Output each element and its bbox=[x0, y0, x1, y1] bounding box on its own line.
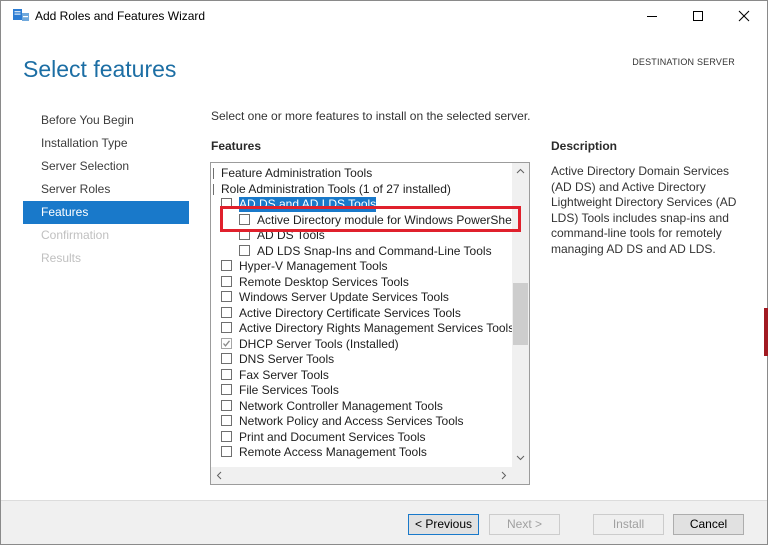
window-title: Add Roles and Features Wizard bbox=[35, 9, 206, 23]
feature-checkbox[interactable] bbox=[221, 306, 232, 318]
tree-item-label: Active Directory Rights Management Servi… bbox=[239, 321, 515, 335]
minimize-button[interactable] bbox=[629, 1, 675, 31]
next-button: Next > bbox=[489, 514, 560, 535]
tree-item[interactable]: Print and Document Services Tools bbox=[211, 430, 511, 445]
tree-item[interactable]: Active Directory Certificate Services To… bbox=[211, 306, 511, 321]
page-title: Select features bbox=[23, 56, 177, 82]
feature-checkbox[interactable] bbox=[239, 244, 250, 256]
instruction-text: Select one or more features to install o… bbox=[211, 109, 531, 123]
scrollbar-thumb[interactable] bbox=[513, 283, 528, 345]
tree-item[interactable]: Hyper-V Management Tools bbox=[211, 259, 511, 274]
feature-checkbox[interactable] bbox=[221, 446, 232, 457]
tree-item[interactable]: DHCP Server Tools (Installed) bbox=[211, 337, 511, 352]
nav-item-features[interactable]: Features bbox=[23, 201, 189, 224]
cancel-button[interactable]: Cancel bbox=[673, 514, 744, 535]
tree-item-label: Windows Server Update Services Tools bbox=[239, 290, 449, 304]
tree-item-label: Hyper-V Management Tools bbox=[239, 259, 388, 273]
tree-item[interactable]: Network Policy and Access Services Tools bbox=[211, 414, 511, 429]
features-heading: Features bbox=[211, 139, 262, 153]
feature-checkbox[interactable] bbox=[221, 353, 232, 364]
description-heading: Description bbox=[551, 139, 618, 153]
tree-item[interactable]: Network Controller Management Tools bbox=[211, 399, 511, 414]
tree-item-label: DNS Server Tools bbox=[239, 352, 335, 366]
scrollbar-corner bbox=[512, 467, 529, 484]
feature-checkbox[interactable] bbox=[221, 415, 232, 426]
description-text: Active Directory Domain Services (AD DS)… bbox=[551, 164, 737, 256]
tree-item[interactable]: Active Directory Rights Management Servi… bbox=[211, 321, 515, 336]
tree-expander-icon[interactable] bbox=[213, 183, 214, 195]
feature-checkbox[interactable] bbox=[221, 322, 232, 333]
wizard-footer: < Previous Next > Install Cancel bbox=[1, 500, 767, 544]
scroll-left-icon[interactable] bbox=[216, 471, 222, 480]
wizard-nav: Before You Begin Installation Type Serve… bbox=[23, 109, 189, 270]
nav-item-before-you-begin[interactable]: Before You Begin bbox=[23, 109, 189, 132]
install-button: Install bbox=[593, 514, 664, 535]
nav-item-results: Results bbox=[41, 251, 82, 265]
maximize-icon bbox=[693, 11, 703, 21]
destination-server-label: DESTINATION SERVER bbox=[632, 57, 735, 67]
tree-item[interactable]: Fax Server Tools bbox=[211, 368, 511, 383]
tree-item-label: Fax Server Tools bbox=[239, 367, 329, 382]
feature-checkbox[interactable] bbox=[221, 399, 232, 411]
tree-item[interactable]: AD LDS Snap-Ins and Command-Line Tools bbox=[211, 244, 511, 259]
nav-item-server-roles[interactable]: Server Roles bbox=[23, 178, 189, 201]
feature-checkbox[interactable] bbox=[221, 384, 232, 395]
feature-checkbox bbox=[221, 337, 232, 349]
nav-item-server-selection[interactable]: Server Selection bbox=[23, 155, 189, 178]
nav-item-confirmation: Confirmation bbox=[41, 228, 110, 242]
scroll-up-icon[interactable] bbox=[516, 168, 525, 174]
server-manager-icon bbox=[13, 9, 29, 21]
feature-checkbox[interactable] bbox=[221, 260, 232, 271]
tree-item-label: Network Controller Management Tools bbox=[239, 398, 443, 413]
tree-item-label: Feature Administration Tools bbox=[221, 166, 373, 180]
title-bar[interactable]: Add Roles and Features Wizard bbox=[1, 1, 767, 31]
tree-item-label: Network Policy and Access Services Tools bbox=[239, 414, 464, 428]
feature-checkbox[interactable] bbox=[221, 291, 232, 302]
minimize-icon bbox=[647, 16, 657, 17]
tree-item-label: Remote Desktop Services Tools bbox=[239, 274, 409, 289]
tree-item-label: DHCP Server Tools (Installed) bbox=[239, 336, 399, 351]
previous-button[interactable]: < Previous bbox=[408, 514, 479, 535]
wizard-window: Add Roles and Features Wizard Select fea… bbox=[0, 0, 768, 545]
checkmark-icon bbox=[223, 339, 231, 347]
red-highlight-box bbox=[220, 206, 521, 232]
tree-item-label: Active Directory Certificate Services To… bbox=[239, 305, 461, 320]
maximize-button[interactable] bbox=[675, 1, 721, 31]
horizontal-scrollbar[interactable] bbox=[211, 467, 512, 484]
scroll-down-icon[interactable] bbox=[516, 455, 525, 461]
tree-item-label: Role Administration Tools (1 of 27 insta… bbox=[221, 181, 451, 196]
tree-item[interactable]: DNS Server Tools bbox=[211, 352, 511, 367]
tree-item-label: File Services Tools bbox=[239, 383, 339, 397]
tree-item[interactable]: Windows Server Update Services Tools bbox=[211, 290, 511, 305]
tree-item[interactable]: Feature Administration Tools bbox=[211, 166, 511, 181]
close-icon bbox=[738, 10, 750, 22]
tree-item[interactable]: Role Administration Tools (1 of 27 insta… bbox=[211, 182, 511, 197]
tree-expander-icon[interactable] bbox=[213, 168, 214, 179]
tree-item-label: Print and Document Services Tools bbox=[239, 429, 426, 444]
nav-item-installation-type[interactable]: Installation Type bbox=[23, 132, 189, 155]
feature-checkbox[interactable] bbox=[221, 368, 232, 380]
tree-item-label: Remote Access Management Tools bbox=[239, 445, 427, 459]
tree-item[interactable]: Remote Access Management Tools bbox=[211, 445, 511, 460]
tree-item-label: AD LDS Snap-Ins and Command-Line Tools bbox=[257, 243, 492, 258]
scroll-right-icon[interactable] bbox=[501, 471, 507, 480]
close-button[interactable] bbox=[721, 1, 767, 31]
tree-item[interactable]: File Services Tools bbox=[211, 383, 511, 398]
tree-item[interactable]: Remote Desktop Services Tools bbox=[211, 275, 511, 290]
feature-checkbox[interactable] bbox=[221, 430, 232, 442]
feature-checkbox[interactable] bbox=[221, 275, 232, 287]
background-window-edge bbox=[764, 308, 768, 356]
